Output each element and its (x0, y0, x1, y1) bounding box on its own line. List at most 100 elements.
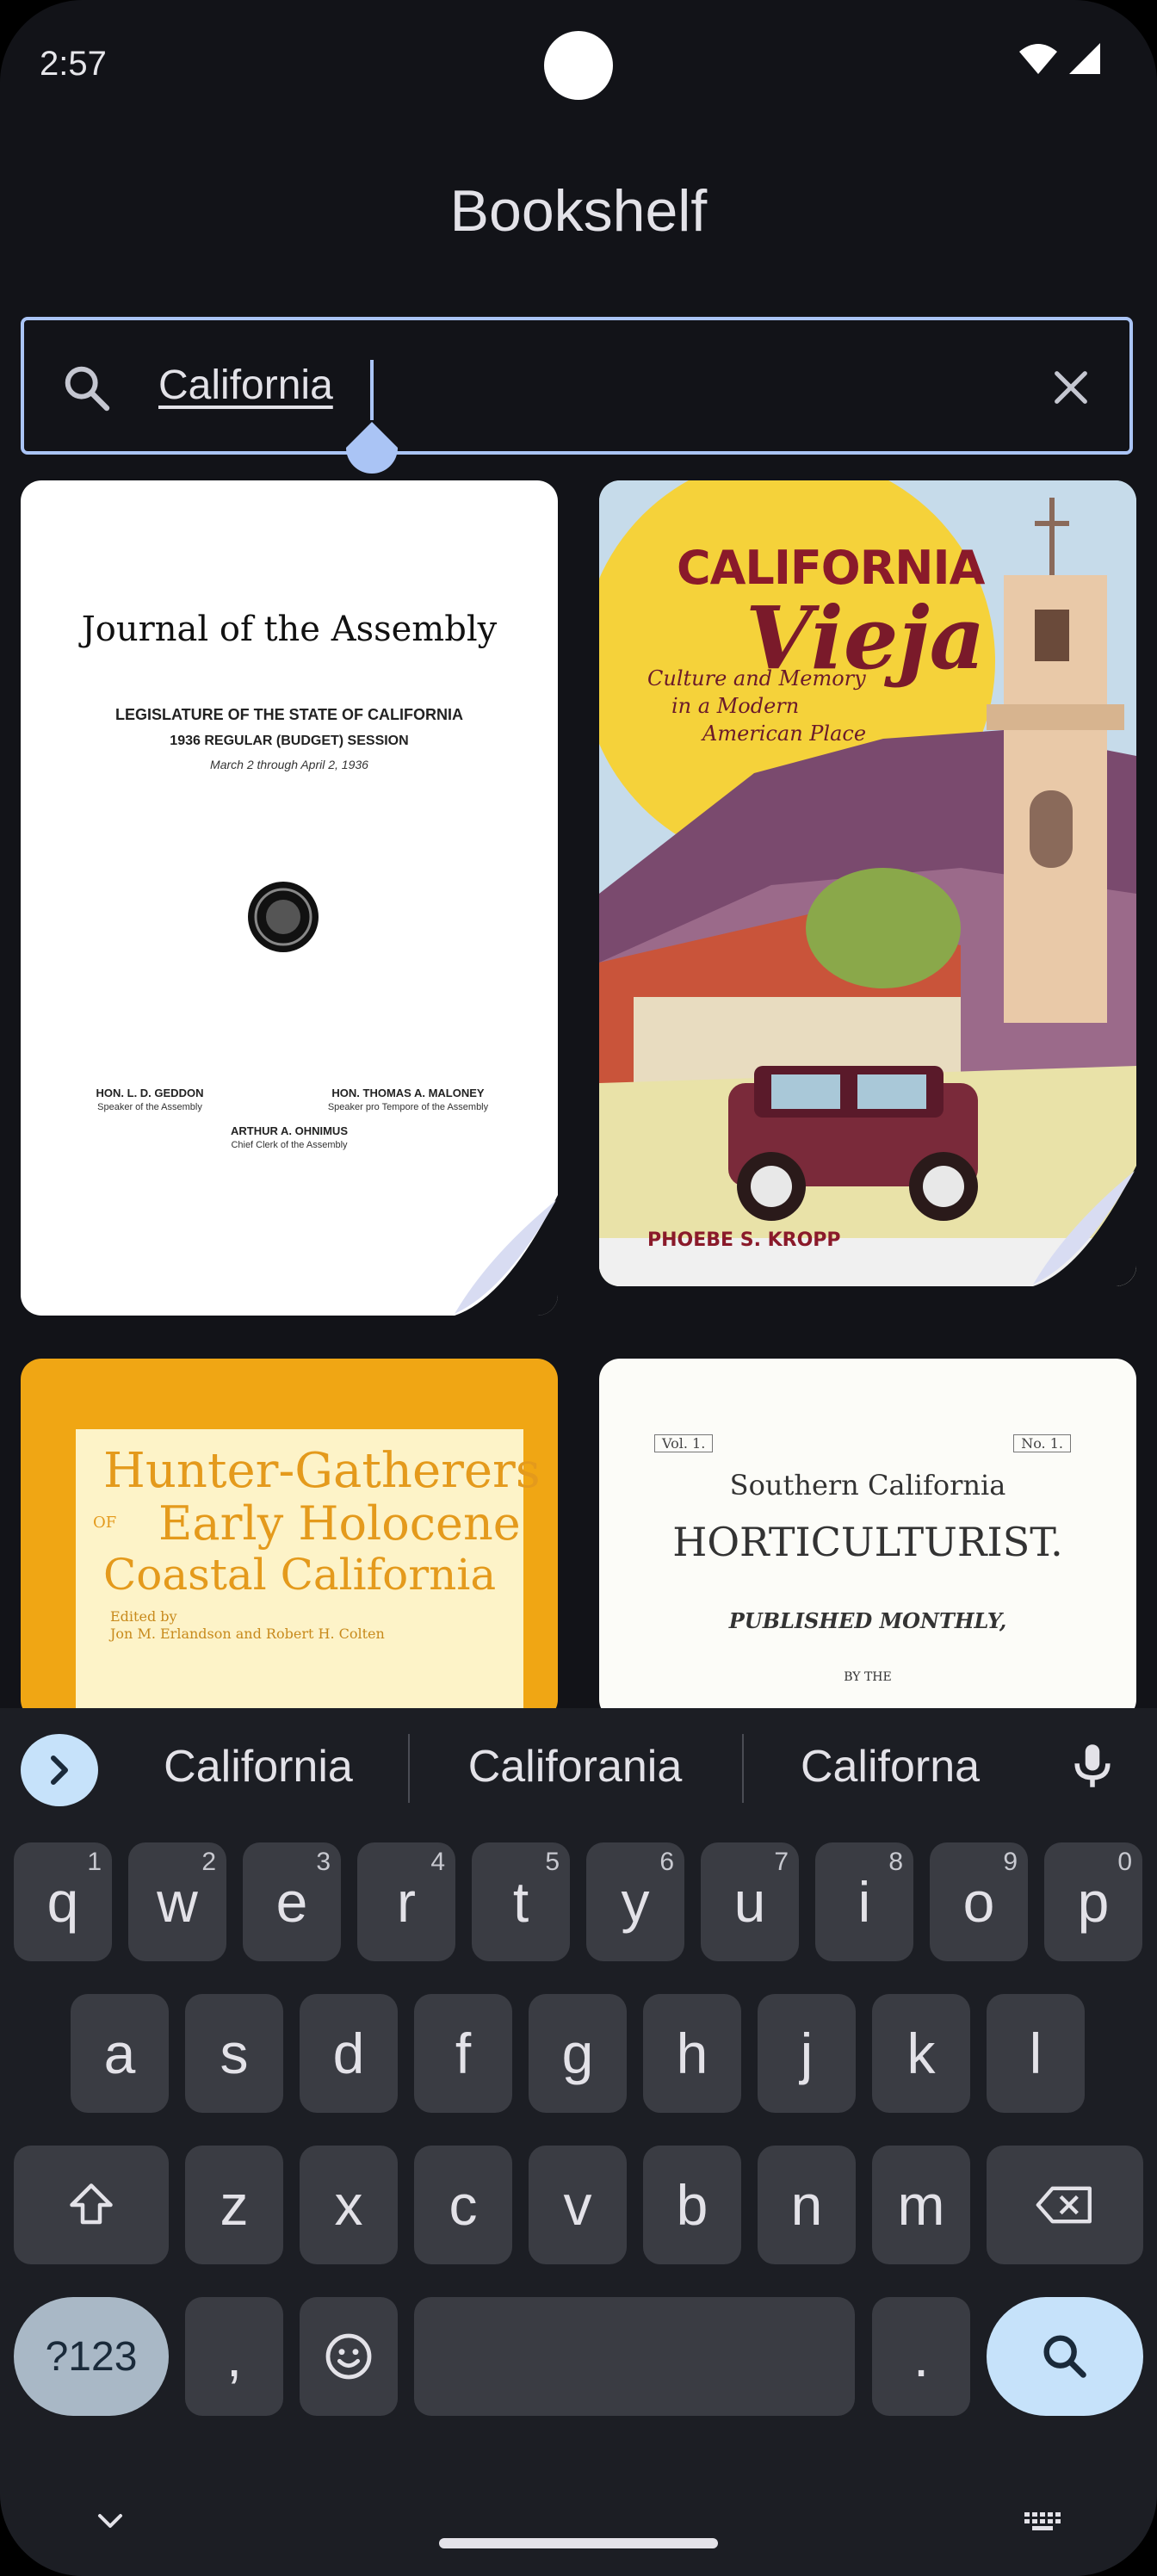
clear-icon[interactable] (1047, 363, 1095, 412)
key-label: t (512, 1870, 529, 1934)
key-hint: 1 (87, 1848, 102, 1876)
status-icons (1018, 41, 1102, 76)
page-curl-icon (455, 1195, 558, 1316)
key-w[interactable]: w2 (128, 1842, 226, 1961)
state-seal-icon (248, 882, 319, 952)
search-input[interactable]: California (158, 362, 333, 409)
book-title-1: Hunter-Gatherers (103, 1443, 541, 1499)
key-label: o (962, 1870, 995, 1934)
key-label: u (733, 1870, 766, 1934)
book-cover-journal-of-the-assembly[interactable]: Journal of the Assembly LEGISLATURE OF T… (21, 480, 558, 1316)
book-title-2: Early Holocene (158, 1496, 521, 1551)
on-screen-keyboard: California Califorania Californa q1 w2 e… (0, 1708, 1157, 2576)
chevron-right-icon (51, 1756, 68, 1785)
key-x[interactable]: x (300, 2146, 398, 2264)
period-key[interactable]: . (872, 2297, 970, 2416)
key-o[interactable]: o9 (930, 1842, 1028, 1961)
suggestion-strip: California Califorania Californa (0, 1708, 1157, 1827)
suggestion-divider (742, 1734, 744, 1803)
comma-key[interactable]: , (185, 2297, 283, 2416)
key-j[interactable]: j (758, 1994, 856, 2113)
page-curl-icon (1033, 1166, 1136, 1286)
page-title: Bookshelf (449, 178, 708, 244)
cursor-handle[interactable] (344, 422, 399, 479)
shift-icon (70, 2183, 113, 2225)
book-editors: Jon M. Erlandson and Robert H. Colten (110, 1625, 385, 1642)
key-n[interactable]: n (758, 2146, 856, 2264)
key-i[interactable]: i8 (815, 1842, 913, 1961)
suggestion-divider (408, 1734, 410, 1803)
book-right-name: HON. THOMAS A. MALONEY (331, 1087, 485, 1099)
key-hint: 5 (545, 1848, 560, 1876)
search-key[interactable] (987, 2297, 1143, 2416)
key-e[interactable]: e3 (243, 1842, 341, 1961)
suggestion-1[interactable]: California (121, 1741, 396, 1793)
book-subtitle-1: Culture and Memory (647, 666, 866, 690)
backspace-key[interactable] (987, 2146, 1143, 2264)
emoji-icon (325, 2333, 372, 2380)
emoji-key[interactable] (300, 2297, 398, 2416)
key-label: q (46, 1870, 79, 1934)
book-cover-california-vieja[interactable]: CALIFORNIA Vieja Culture and Memory in a… (599, 480, 1136, 1286)
wifi-icon (1019, 44, 1057, 74)
gesture-nav-handle[interactable] (439, 2538, 718, 2548)
key-hint: 9 (1003, 1848, 1018, 1876)
hide-keyboard-icon[interactable] (91, 2509, 129, 2535)
key-h[interactable]: h (643, 1994, 741, 2113)
key-l[interactable]: l (987, 1994, 1085, 2113)
book-cover-southern-california-horticulturist[interactable]: Vol. 1. No. 1. Southern California HORTI… (599, 1359, 1136, 1720)
symbols-key[interactable]: ?123 (14, 2297, 169, 2416)
key-label: e (275, 1870, 308, 1934)
book-title-1: Southern California (729, 1469, 1006, 1502)
book-title-3: PUBLISHED MONTHLY, (728, 1608, 1007, 1633)
key-label: r (397, 1870, 416, 1934)
search-icon (65, 366, 110, 412)
front-camera (544, 31, 613, 100)
book-number: No. 1. (1013, 1434, 1071, 1452)
keyboard-switch-icon[interactable] (1023, 2509, 1067, 2535)
book-cover-hunter-gatherers[interactable]: Hunter-Gatherers OF Early Holocene Coast… (21, 1359, 558, 1720)
key-c[interactable]: c (414, 2146, 512, 2264)
key-m[interactable]: m (872, 2146, 970, 2264)
space-key[interactable] (414, 2297, 855, 2416)
key-r[interactable]: r4 (357, 1842, 455, 1961)
key-a[interactable]: a (71, 1994, 169, 2113)
key-p[interactable]: p0 (1044, 1842, 1142, 1961)
book-right-role: Speaker pro Tempore of the Assembly (327, 1102, 489, 1112)
key-k[interactable]: k (872, 1994, 970, 2113)
book-dates: March 2 through April 2, 1936 (210, 758, 368, 771)
cellular-signal-icon (1069, 43, 1100, 74)
book-title-3: Coastal California (103, 1550, 497, 1600)
microphone-icon[interactable] (1064, 1737, 1121, 1794)
key-v[interactable]: v (529, 2146, 627, 2264)
key-hint: 4 (430, 1848, 445, 1876)
key-f[interactable]: f (414, 1994, 512, 2113)
key-b[interactable]: b (643, 2146, 741, 2264)
backspace-icon (1036, 2186, 1092, 2224)
suggestion-3[interactable]: Californa (754, 1741, 1026, 1793)
key-hint: 6 (659, 1848, 674, 1876)
key-t[interactable]: t5 (472, 1842, 570, 1961)
book-clerk-name: ARTHUR A. OHNIMUS (230, 1124, 348, 1137)
key-q[interactable]: q1 (14, 1842, 112, 1961)
key-y[interactable]: y6 (586, 1842, 684, 1961)
key-d[interactable]: d (300, 1994, 398, 2113)
key-s[interactable]: s (185, 1994, 283, 2113)
book-title-2: HORTICULTURIST. (672, 1519, 1063, 1565)
key-g[interactable]: g (529, 1994, 627, 2113)
search-field[interactable]: California (21, 317, 1133, 474)
book-subtitle: LEGISLATURE OF THE STATE OF CALIFORNIA (115, 706, 463, 723)
suggestion-2[interactable]: Califorania (420, 1741, 730, 1793)
key-z[interactable]: z (185, 2146, 283, 2264)
expand-toolbar-button[interactable] (21, 1734, 98, 1806)
key-hint: 3 (316, 1848, 331, 1876)
book-title-prefix: OF (93, 1514, 117, 1532)
status-time: 2:57 (40, 45, 107, 83)
text-cursor (370, 360, 374, 420)
shift-key[interactable] (14, 2146, 169, 2264)
key-u[interactable]: u7 (701, 1842, 799, 1961)
book-subtitle-3: American Place (702, 721, 867, 746)
book-session: 1936 REGULAR (BUDGET) SESSION (170, 734, 409, 748)
key-label: p (1077, 1870, 1110, 1934)
book-title: Journal of the Assembly (81, 610, 498, 649)
